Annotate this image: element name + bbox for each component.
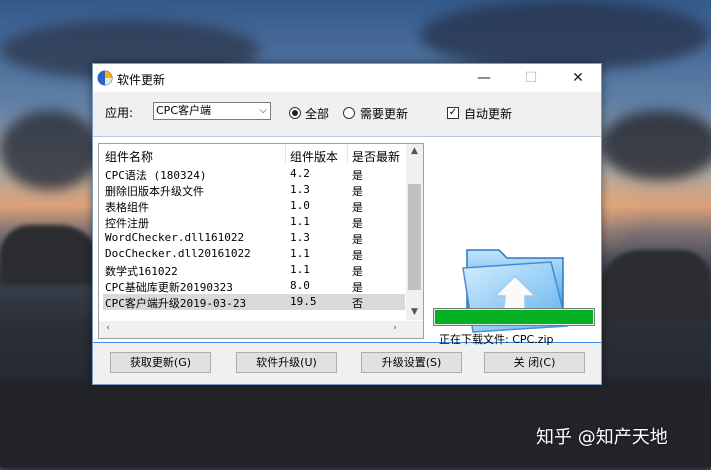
- app-label: 应用:: [105, 106, 134, 120]
- upgrade-settings-button[interactable]: 升级设置(S): [361, 352, 462, 373]
- chevron-down-icon: ⌵: [259, 105, 267, 116]
- item-version: 1.0: [290, 199, 310, 212]
- item-name: 删除旧版本升级文件: [105, 185, 204, 198]
- app-icon: [97, 70, 113, 86]
- item-version: 1.1: [290, 247, 310, 260]
- auto-update-checkbox[interactable]: ✓: [447, 107, 459, 119]
- column-separator: [285, 144, 286, 164]
- radio-all[interactable]: [289, 107, 301, 119]
- list-item[interactable]: 数学式161022 1.1 是: [103, 262, 405, 278]
- close-button[interactable]: 关 闭(C): [484, 352, 585, 373]
- list-item[interactable]: CPC基础库更新20190323 8.0 是: [103, 278, 405, 294]
- item-version: 1.1: [290, 263, 310, 276]
- list-item[interactable]: WordChecker.dll161022 1.3 是: [103, 230, 405, 246]
- item-name: 控件注册: [105, 217, 149, 230]
- toolbar: 应用: CPC客户端 ⌵ 全部 需要更新 ✓ 自动更新: [93, 92, 601, 136]
- column-header-version[interactable]: 组件版本: [290, 148, 338, 165]
- item-name: 表格组件: [105, 201, 149, 214]
- scroll-left-icon[interactable]: ‹: [102, 323, 114, 333]
- item-name: CPC语法 (180324): [105, 169, 207, 182]
- item-name: 数学式161022: [105, 265, 178, 278]
- item-latest: 是: [352, 281, 363, 294]
- scrollbar-thumb[interactable]: [408, 184, 421, 290]
- maximize-button[interactable]: ☐: [508, 64, 554, 92]
- list-item[interactable]: 删除旧版本升级文件 1.3 是: [103, 182, 405, 198]
- item-version: 8.0: [290, 279, 310, 292]
- item-latest: 是: [352, 249, 363, 262]
- vertical-scrollbar[interactable]: ▲ ▼: [406, 144, 423, 320]
- radio-need-update[interactable]: [343, 107, 355, 119]
- item-name: DocChecker.dll20161022: [105, 247, 251, 260]
- list-item-selected[interactable]: CPC客户端升级2019-03-23 19.5 否: [103, 294, 405, 310]
- item-version: 19.5: [290, 295, 317, 308]
- software-update-window: 软件更新 — ☐ ✕ 应用: CPC客户端 ⌵ 全部 需要更新 ✓ 自动更新 组…: [92, 63, 602, 385]
- list-item[interactable]: 控件注册 1.1 是: [103, 214, 405, 230]
- app-select-value: CPC客户端: [156, 104, 211, 117]
- list-item[interactable]: CPC语法 (180324) 4.2 是: [103, 166, 405, 182]
- radio-need-update-label[interactable]: 需要更新: [360, 105, 408, 122]
- item-version: 1.1: [290, 215, 310, 228]
- item-latest: 是: [352, 185, 363, 198]
- title-bar[interactable]: 软件更新 — ☐ ✕: [93, 64, 601, 92]
- auto-update-label[interactable]: 自动更新: [464, 105, 512, 122]
- scroll-right-icon[interactable]: ›: [389, 323, 401, 333]
- software-upgrade-button[interactable]: 软件升级(U): [236, 352, 337, 373]
- horizontal-scrollbar[interactable]: ‹ ›: [99, 321, 423, 338]
- list-item[interactable]: 表格组件 1.0 是: [103, 198, 405, 214]
- item-latest: 是: [352, 265, 363, 278]
- close-window-button[interactable]: ✕: [555, 64, 601, 92]
- watermark-text: 知乎 @知产天地: [536, 427, 668, 448]
- progress-fill: [435, 310, 593, 324]
- item-latest: 否: [352, 297, 363, 310]
- scroll-up-icon[interactable]: ▲: [406, 146, 423, 156]
- column-header-name[interactable]: 组件名称: [105, 148, 153, 165]
- item-version: 1.3: [290, 231, 310, 244]
- item-name: CPC客户端升级2019-03-23: [105, 297, 247, 310]
- item-version: 4.2: [290, 167, 310, 180]
- column-separator: [347, 144, 348, 164]
- item-name: WordChecker.dll161022: [105, 231, 245, 244]
- list-header: 组件名称 组件版本 是否最新: [99, 144, 407, 164]
- item-latest: 是: [352, 233, 363, 246]
- app-select[interactable]: CPC客户端 ⌵: [153, 102, 271, 120]
- minimize-button[interactable]: —: [461, 64, 507, 92]
- button-row: 获取更新(G) 软件升级(U) 升级设置(S) 关 闭(C): [93, 343, 601, 386]
- content-area: 组件名称 组件版本 是否最新 CPC语法 (180324) 4.2 是 删除旧版…: [93, 136, 601, 346]
- window-title: 软件更新: [117, 73, 166, 87]
- item-latest: 是: [352, 201, 363, 214]
- column-header-latest[interactable]: 是否最新: [352, 148, 400, 165]
- item-name: CPC基础库更新20190323: [105, 281, 233, 294]
- radio-all-label[interactable]: 全部: [305, 105, 329, 122]
- component-list[interactable]: 组件名称 组件版本 是否最新 CPC语法 (180324) 4.2 是 删除旧版…: [98, 143, 424, 339]
- download-progress-bar: [433, 308, 595, 326]
- list-item[interactable]: DocChecker.dll20161022 1.1 是: [103, 246, 405, 262]
- item-version: 1.3: [290, 183, 310, 196]
- fetch-update-button[interactable]: 获取更新(G): [110, 352, 211, 373]
- item-latest: 是: [352, 169, 363, 182]
- item-latest: 是: [352, 217, 363, 230]
- scroll-down-icon[interactable]: ▼: [406, 307, 423, 317]
